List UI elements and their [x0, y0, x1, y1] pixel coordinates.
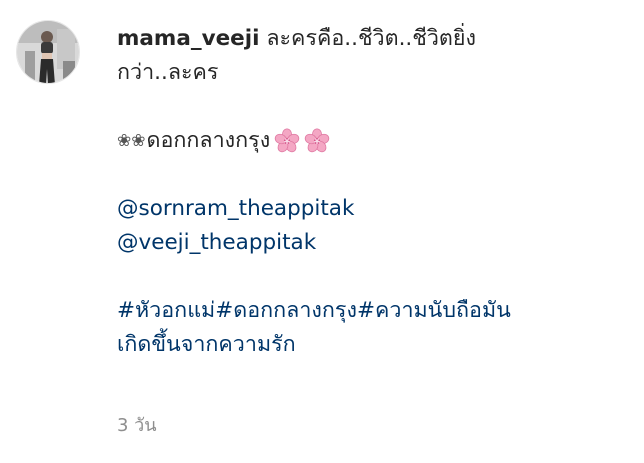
outline-flower-icon: ❀❀: [117, 131, 146, 151]
mention-link[interactable]: @veeji_theappitak: [117, 226, 622, 260]
hashtag-link[interactable]: #ดอกกลางกรุง: [215, 298, 357, 323]
hashtag-link[interactable]: #ความนับถือมัน: [357, 298, 511, 323]
comment-item: mama_veeji ละครคือ..ชีวิต..ชีวิตยิ่ง กว่…: [0, 0, 644, 463]
mention-link[interactable]: @sornram_theappitak: [117, 192, 622, 226]
hashtag-link[interactable]: #หัวอกแม่: [117, 298, 215, 323]
cherry-blossom-icon: [304, 128, 330, 154]
title-text: ดอกกลางกรุง: [146, 128, 271, 153]
comment-body: mama_veeji ละครคือ..ชีวิต..ชีวิตยิ่ง กว่…: [117, 22, 622, 362]
username-link[interactable]: mama_veeji: [117, 26, 260, 51]
cherry-blossom-icon: [274, 128, 300, 154]
timestamp[interactable]: 3 วัน: [117, 410, 157, 439]
caption-line-2: กว่า..ละคร: [117, 60, 219, 85]
hashtag-link-continuation[interactable]: เกิดขึ้นจากความรัก: [117, 332, 296, 357]
caption-line-1: ละครคือ..ชีวิต..ชีวิตยิ่ง: [259, 26, 476, 51]
title-line: ❀❀ ดอกกลางกรุง: [117, 124, 622, 158]
avatar[interactable]: [16, 20, 80, 84]
caption-first-paragraph: mama_veeji ละครคือ..ชีวิต..ชีวิตยิ่ง กว่…: [117, 22, 622, 90]
avatar-photo: [17, 21, 79, 83]
hashtag-paragraph: #หัวอกแม่#ดอกกลางกรุง#ความนับถือมัน เกิด…: [117, 294, 622, 362]
